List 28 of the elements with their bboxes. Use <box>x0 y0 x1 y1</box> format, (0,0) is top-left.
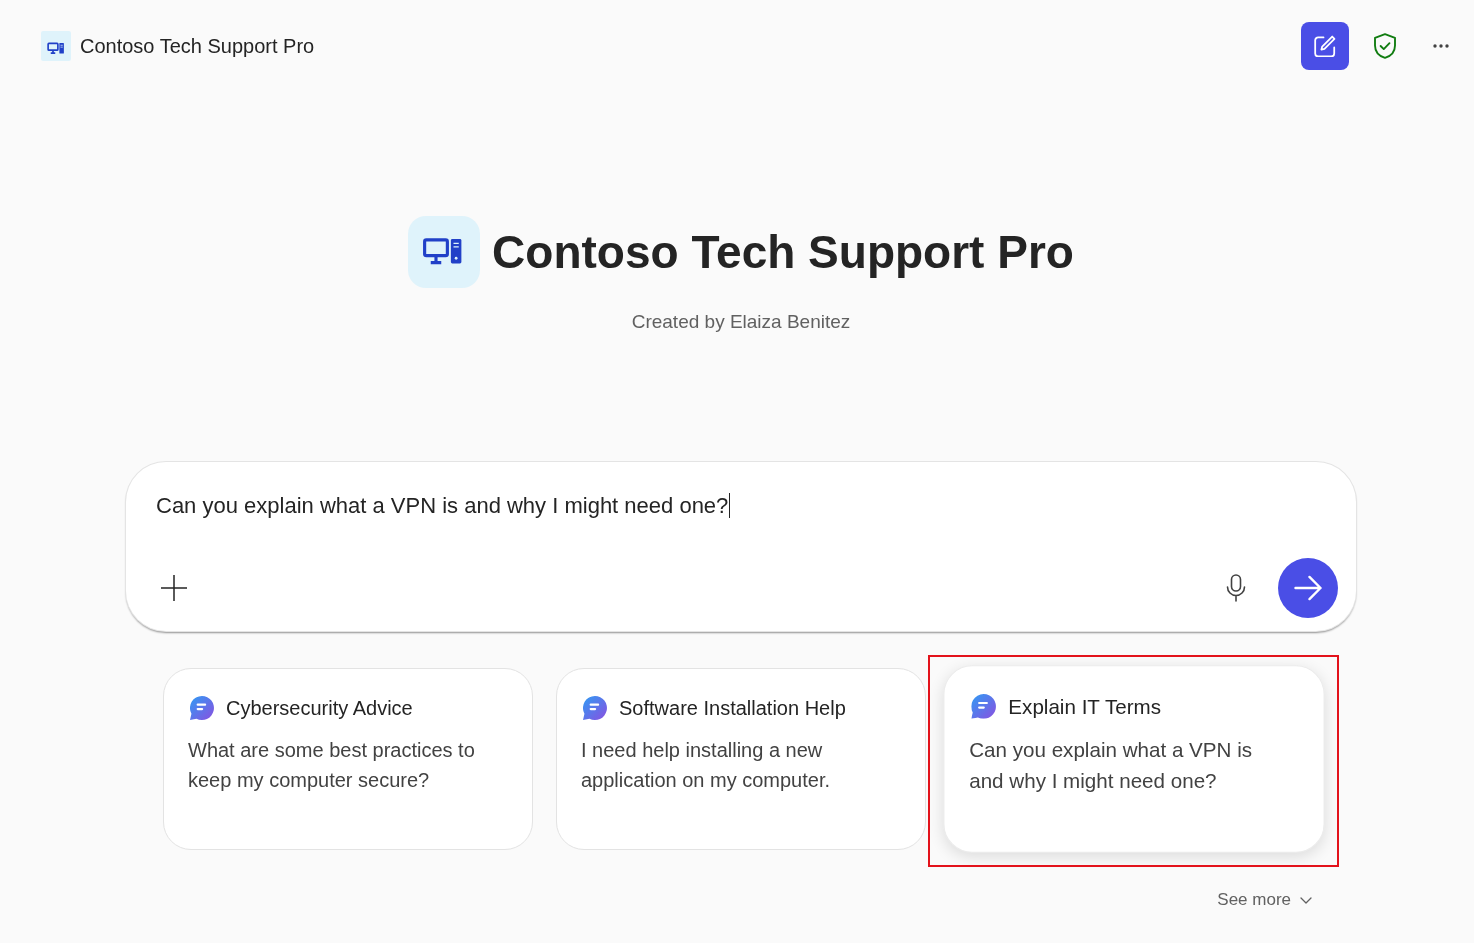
chat-bubble-icon <box>583 696 607 720</box>
card-title: Cybersecurity Advice <box>226 696 413 720</box>
send-button[interactable] <box>1278 558 1338 618</box>
hero-title: Contoso Tech Support Pro <box>492 225 1074 280</box>
app-title: Contoso Tech Support Pro <box>80 34 315 58</box>
compose-icon <box>1314 35 1336 57</box>
card-prompt: I need help installing a new application on my computer. <box>581 738 832 793</box>
card-title: Explain IT Terms <box>1008 694 1161 719</box>
chat-bubble-icon <box>971 694 996 719</box>
suggestion-card[interactable]: Explain IT Terms Can you explain what a VPN is and why I might need one? <box>943 665 1325 853</box>
suggestion-card[interactable]: Cybersecurity Advice What are some best practices to keep my computer secure? <box>163 668 533 850</box>
computer-icon <box>408 216 481 288</box>
chevron-down-icon <box>1300 896 1312 904</box>
arrow-right-icon <box>1294 575 1322 601</box>
creator-credit: Created by Elaiza Benitez <box>631 310 851 334</box>
card-prompt: Can you explain what a VPN is and why I might need one? <box>969 737 1254 794</box>
new-chat-button[interactable] <box>1301 22 1349 70</box>
message-input[interactable]: Can you explain what a VPN is and why I might need one? <box>156 490 1338 522</box>
microphone-icon <box>1226 574 1246 602</box>
shield-check-icon <box>1374 33 1396 59</box>
card-title: Software Installation Help <box>619 696 846 720</box>
chat-bubble-icon <box>190 696 214 720</box>
computer-icon <box>41 31 71 61</box>
see-more-button[interactable]: See more <box>1217 885 1312 915</box>
plus-icon <box>160 574 188 602</box>
more-icon <box>1433 44 1449 48</box>
suggestion-card[interactable]: Software Installation Help I need help installing a new application on my computer. <box>556 668 926 850</box>
card-prompt: What are some best practices to keep my computer secure? <box>188 738 476 793</box>
